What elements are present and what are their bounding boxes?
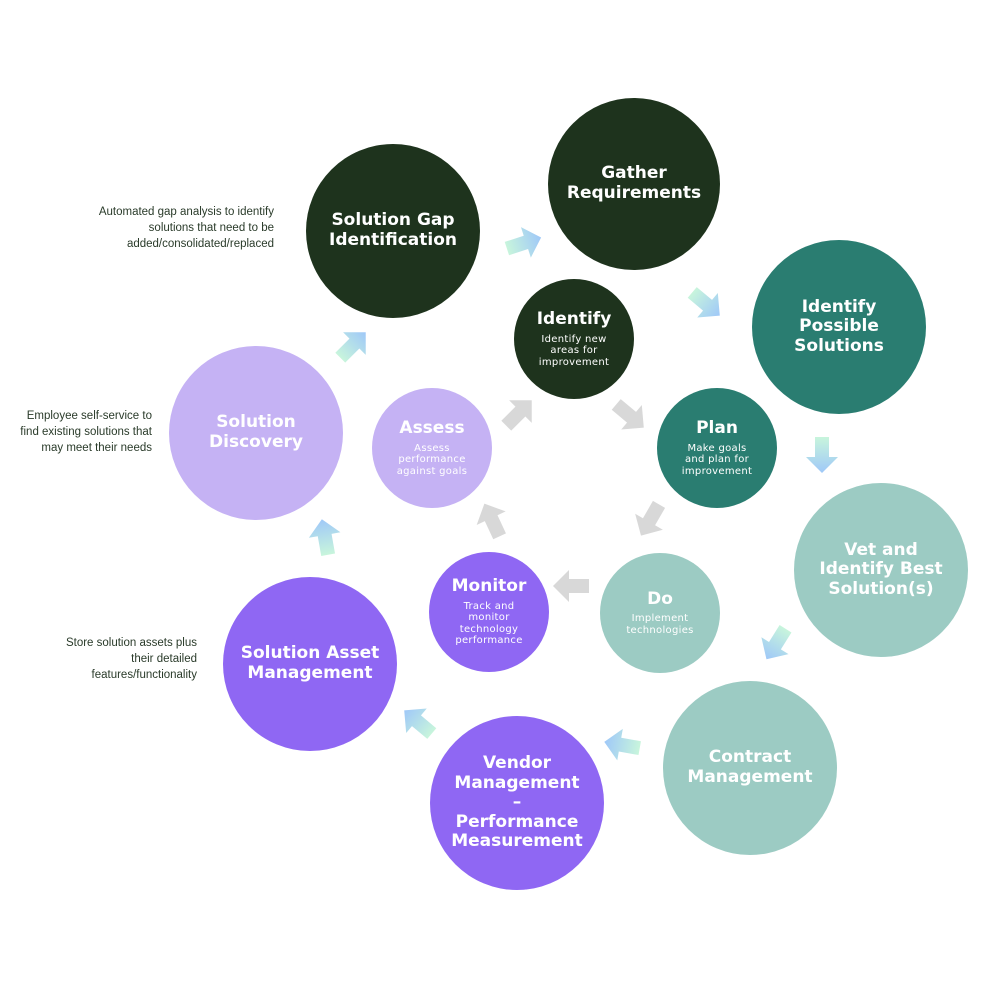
circle-monitor: Monitor Track and monitor technology per… — [429, 552, 549, 672]
circle-title: Solution Asset Management — [240, 643, 380, 683]
circle-title: Solution Gap Identification — [329, 210, 457, 250]
circle-title: Identify Possible Solutions — [794, 296, 884, 356]
note-solution-asset-management: Store solution assets plus their detaile… — [65, 637, 197, 682]
arrow-monitor-to-assess-icon — [476, 503, 506, 540]
circle-solution-discovery: Solution Discovery — [169, 346, 343, 520]
circle-title: Gather Requirements — [566, 163, 702, 203]
circle-solution-asset-management: Solution Asset Management — [223, 577, 397, 751]
arrow-gap-to-gather-icon — [504, 227, 542, 258]
circle-title: Assess — [399, 417, 465, 438]
arrow-asset-to-discovery-icon — [308, 519, 341, 556]
arrow-identify-to-plan-icon — [611, 399, 644, 430]
arrow-vet-to-contract-icon — [761, 625, 792, 660]
arrow-contract-to-vendor-icon — [604, 728, 641, 761]
circle-description: Identify new areas for improvement — [538, 333, 610, 368]
circle-title: Plan — [696, 417, 738, 438]
note-gap-identification: Automated gap analysis to identify solut… — [98, 206, 274, 251]
circle-title: Identify — [536, 308, 612, 329]
note-solution-discovery: Employee self-service to find existing s… — [20, 410, 152, 455]
arrow-gather-to-possible-icon — [687, 287, 720, 318]
circle-identify-possible-solutions: Identify Possible Solutions — [752, 240, 926, 414]
circle-title: Monitor — [451, 576, 527, 597]
circle-title: Solution Discovery — [209, 412, 303, 452]
circle-title: Contract Management — [687, 747, 813, 787]
arrow-plan-to-do-icon — [635, 500, 666, 536]
circle-description: Make goals and plan for improvement — [681, 442, 753, 477]
arrow-discovery-to-gap-icon — [335, 332, 366, 363]
circle-solution-gap-identification: Solution Gap Identification — [306, 144, 480, 318]
arrow-vendor-to-asset-icon — [404, 708, 437, 739]
circle-identify: Identify Identify new areas for improvem… — [514, 279, 634, 399]
circle-contract-management: Contract Management — [663, 681, 837, 855]
arrow-possible-to-vet-icon — [806, 437, 838, 473]
circle-description: Implement technologies — [626, 613, 694, 636]
circle-vendor-management: Vendor Management – Performance Measurem… — [430, 716, 604, 890]
circle-gather-requirements: Gather Requirements — [548, 98, 720, 270]
circle-title: Vet and Identify Best Solution(s) — [819, 539, 943, 599]
circle-vet-and-identify: Vet and Identify Best Solution(s) — [794, 483, 968, 657]
circle-title: Vendor Management – Performance Measurem… — [451, 753, 583, 852]
arrow-do-to-monitor-icon — [553, 570, 589, 602]
circle-description: Assess performance against goals — [396, 442, 468, 477]
circle-assess: Assess Assess performance against goals — [372, 388, 492, 508]
circle-plan: Plan Make goals and plan for improvement — [657, 388, 777, 508]
arrow-assess-to-identify-icon — [501, 400, 532, 431]
circle-description: Track and monitor technology performance — [455, 600, 523, 647]
circle-do: Do Implement technologies — [600, 553, 720, 673]
circle-title: Do — [647, 588, 673, 609]
